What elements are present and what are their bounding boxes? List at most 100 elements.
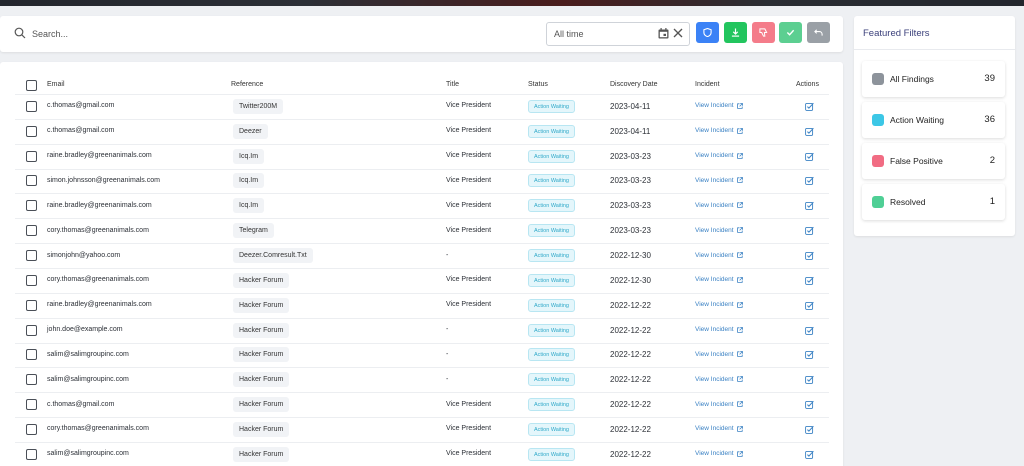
featured-filters-title: Featured Filters xyxy=(863,28,930,39)
row-checkbox[interactable] xyxy=(26,448,37,460)
view-incident-link[interactable]: View Incident xyxy=(695,127,743,134)
view-incident-link[interactable]: View Incident xyxy=(695,450,743,457)
status-badge: Action Waiting xyxy=(528,447,575,461)
edit-icon[interactable] xyxy=(805,102,814,111)
row-checkbox[interactable] xyxy=(26,299,37,311)
external-link-icon xyxy=(736,252,743,258)
edit-icon[interactable] xyxy=(805,276,814,285)
reference-chip: Hacker Forum xyxy=(233,446,290,462)
edit-icon[interactable] xyxy=(805,350,814,360)
row-checkbox[interactable] xyxy=(26,324,37,336)
column-header-reference[interactable]: Reference xyxy=(231,81,263,88)
download-button[interactable] xyxy=(724,22,747,43)
row-checkbox[interactable] xyxy=(26,274,37,286)
row-checkbox[interactable] xyxy=(26,225,37,237)
view-incident-link[interactable]: View Incident xyxy=(695,301,743,308)
row-title: Vice President xyxy=(446,301,492,309)
date-range-value: All time xyxy=(554,29,584,39)
edit-icon[interactable] xyxy=(805,251,814,260)
view-incident-label: View Incident xyxy=(695,226,734,234)
column-header-incident[interactable]: Incident xyxy=(695,81,720,88)
calendar-icon[interactable] xyxy=(658,28,669,39)
view-incident-link[interactable]: View Incident xyxy=(695,202,743,209)
row-email: raine.bradley@greenanimals.com xyxy=(47,201,152,209)
view-incident-link[interactable]: View Incident xyxy=(695,376,743,383)
column-header-status[interactable]: Status xyxy=(528,81,548,88)
external-link-icon xyxy=(736,426,743,432)
edit-icon[interactable] xyxy=(805,301,814,310)
row-email: cory.thomas@greenanimals.com xyxy=(47,425,149,433)
filter-item[interactable]: False Positive 2 xyxy=(862,143,1005,179)
external-link-icon xyxy=(736,376,743,383)
row-checkbox[interactable] xyxy=(26,399,37,411)
column-header-email[interactable]: Email xyxy=(47,81,65,88)
close-icon[interactable] xyxy=(673,28,683,38)
status-badge: Action Waiting xyxy=(528,249,575,263)
view-incident-link[interactable]: View Incident xyxy=(695,276,743,283)
view-incident-label: View Incident xyxy=(695,102,734,110)
row-checkbox[interactable] xyxy=(26,374,37,386)
row-title: - xyxy=(446,350,449,358)
row-email: salim@salimgroupinc.com xyxy=(47,375,129,383)
row-discovery-date: 2023-04-11 xyxy=(610,126,651,136)
edit-icon[interactable] xyxy=(805,425,814,434)
undo-button[interactable] xyxy=(807,22,830,43)
reference-chip: Hacker Forum xyxy=(233,347,290,363)
shield-icon xyxy=(703,28,712,37)
edit-icon[interactable] xyxy=(805,152,814,161)
row-discovery-date: 2022-12-22 xyxy=(610,300,651,310)
row-checkbox[interactable] xyxy=(26,250,37,262)
view-incident-link[interactable]: View Incident xyxy=(695,227,743,234)
edit-icon[interactable] xyxy=(805,400,814,409)
row-checkbox[interactable] xyxy=(26,150,37,162)
view-incident-link[interactable]: View Incident xyxy=(695,351,743,358)
row-checkbox[interactable] xyxy=(26,349,37,361)
reference-chip: Hacker Forum xyxy=(233,272,290,288)
row-discovery-date: 2023-03-23 xyxy=(610,201,651,211)
edit-icon[interactable] xyxy=(805,375,814,385)
view-incident-link[interactable]: View Incident xyxy=(695,252,743,259)
row-discovery-date: 2022-12-22 xyxy=(610,449,651,459)
row-checkbox[interactable] xyxy=(26,125,37,137)
external-link-icon xyxy=(736,301,743,308)
row-checkbox[interactable] xyxy=(26,200,37,212)
view-incident-link[interactable]: View Incident xyxy=(695,152,743,159)
filter-item[interactable]: Resolved 1 xyxy=(862,184,1005,220)
reference-chip: Icq.Im xyxy=(233,148,265,164)
row-discovery-date: 2022-12-22 xyxy=(610,424,651,434)
row-checkbox[interactable] xyxy=(26,423,37,435)
column-header-discovery-date[interactable]: Discovery Date xyxy=(610,81,657,88)
view-incident-link[interactable]: View Incident xyxy=(695,401,743,408)
select-all-checkbox[interactable] xyxy=(26,80,37,91)
dislike-button[interactable] xyxy=(752,22,775,43)
resolve-button[interactable] xyxy=(779,22,802,43)
row-checkbox[interactable] xyxy=(26,100,37,112)
shield-button[interactable] xyxy=(696,22,719,43)
view-incident-link[interactable]: View Incident xyxy=(695,326,743,333)
date-range-picker[interactable]: All time xyxy=(546,22,690,46)
filter-color-swatch xyxy=(872,114,884,126)
row-email: salim@salimgroupinc.com xyxy=(47,350,129,358)
filter-item[interactable]: All Findings 39 xyxy=(862,61,1005,97)
external-link-icon xyxy=(736,152,743,159)
view-incident-link[interactable]: View Incident xyxy=(695,425,743,432)
edit-icon[interactable] xyxy=(805,176,814,186)
edit-icon[interactable] xyxy=(805,127,814,136)
edit-icon[interactable] xyxy=(805,226,814,236)
row-checkbox[interactable] xyxy=(26,175,37,187)
edit-icon[interactable] xyxy=(805,450,814,459)
edit-icon[interactable] xyxy=(805,201,814,211)
view-incident-link[interactable]: View Incident xyxy=(695,177,743,184)
search-input[interactable] xyxy=(32,24,332,44)
status-badge: Action Waiting xyxy=(528,348,575,362)
view-incident-label: View Incident xyxy=(695,127,734,135)
status-badge: Action Waiting xyxy=(528,149,575,163)
reference-chip: Hacker Forum xyxy=(233,322,290,338)
status-badge: Action Waiting xyxy=(528,124,575,138)
view-incident-link[interactable]: View Incident xyxy=(695,102,743,109)
edit-icon[interactable] xyxy=(805,326,814,335)
row-discovery-date: 2023-04-11 xyxy=(610,101,651,111)
filter-item[interactable]: Action Waiting 36 xyxy=(862,102,1005,138)
row-email: john.doe@example.com xyxy=(47,326,123,334)
column-header-title[interactable]: Title xyxy=(446,81,459,88)
